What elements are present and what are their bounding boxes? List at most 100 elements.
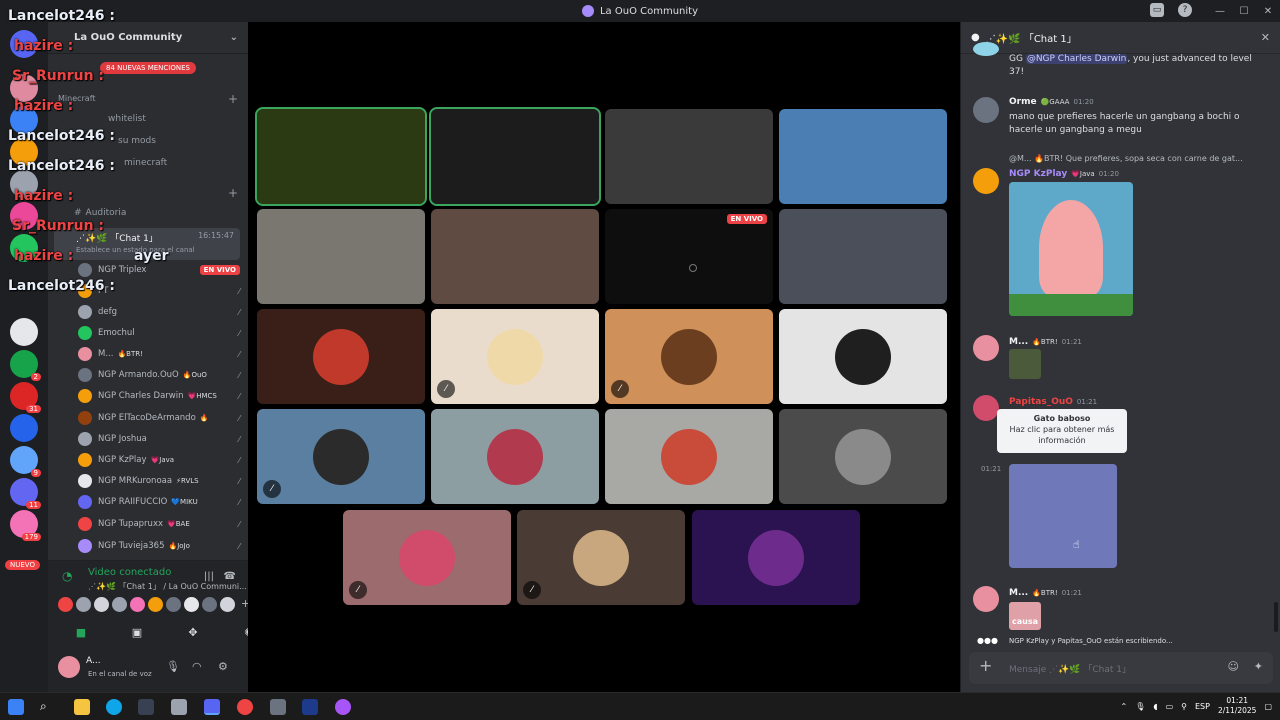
taskbar-clock[interactable]: 01:21 2/11/2025	[1218, 696, 1256, 716]
edge-browser-icon[interactable]	[106, 699, 122, 715]
avatar-tile[interactable]	[779, 309, 947, 404]
video-tile[interactable]	[779, 209, 947, 304]
avatar[interactable]	[94, 597, 109, 612]
channel-minecraft[interactable]: minecraft	[124, 158, 167, 168]
server-icon-7[interactable]	[10, 318, 38, 346]
avatar[interactable]	[112, 597, 127, 612]
microphone-icon[interactable]: 🎙	[166, 660, 180, 673]
server-icon-10[interactable]	[10, 414, 38, 442]
author-name[interactable]: Orme	[1009, 97, 1037, 107]
shield-icon[interactable]	[171, 699, 187, 715]
voice-member[interactable]: NGP RAIIFUCCIO 💙MIKU ⁄	[78, 492, 240, 512]
network-icon[interactable]: ▭	[1166, 702, 1174, 711]
channel-mods[interactable]: su mods	[118, 136, 156, 146]
chrome-icon[interactable]	[237, 699, 253, 715]
message-input-bar[interactable]: + Mensaje ⋰✨🌿 「Chat 1」 ☺ ✦	[969, 652, 1273, 684]
mentions-badge[interactable]: 84 NUEVAS MENCIONES	[100, 62, 196, 74]
avatar[interactable]	[58, 597, 73, 612]
search-icon[interactable]: ⌕	[40, 699, 56, 715]
video-tile[interactable]	[255, 107, 427, 206]
minimize-button[interactable]: —	[1208, 0, 1232, 22]
server-icon-13[interactable]: 179	[10, 510, 41, 541]
sticker-image[interactable]	[1009, 349, 1041, 379]
server-header[interactable]: La OuO Community ⌄	[48, 22, 248, 54]
avatar[interactable]	[130, 597, 145, 612]
author-name[interactable]: Papitas_OuO	[1009, 397, 1073, 407]
avatar[interactable]	[973, 335, 999, 361]
server-icon-9[interactable]: 31	[10, 382, 41, 413]
inbox-icon[interactable]: ▭	[1150, 3, 1164, 17]
video-tile[interactable]	[431, 209, 599, 304]
new-servers-badge[interactable]: NUEVO	[5, 560, 40, 570]
voice-member[interactable]: NGP Tuvieja365 🔥JoJo ⁄	[78, 536, 240, 556]
windows-start-icon[interactable]	[8, 699, 24, 715]
video-tile[interactable]	[605, 109, 773, 204]
close-icon[interactable]: ✕	[1261, 31, 1270, 44]
voice-member[interactable]: NGP MRKuronoaa ⚡RVLS ⁄	[78, 471, 240, 491]
avatar-tile[interactable]: ⁄	[343, 510, 511, 605]
voice-member[interactable]: NGP KzPlay 💗Java ⁄	[78, 450, 240, 470]
voice-member[interactable]: NGP Armando.OuO 🔥OuO ⁄	[78, 365, 240, 385]
headphones-icon[interactable]: ◠	[192, 660, 202, 673]
voice-member[interactable]: Emochul ⁄	[78, 323, 240, 343]
avatar[interactable]	[973, 395, 999, 421]
author-name[interactable]: M...	[1009, 588, 1028, 598]
avatar[interactable]	[973, 42, 999, 56]
voice-member[interactable]: defg ⁄	[78, 302, 240, 322]
noise-suppression-icon[interactable]: |||	[204, 571, 214, 582]
maximize-button[interactable]: ☐	[1232, 0, 1256, 22]
obs-icon[interactable]	[335, 699, 351, 715]
activities-icon[interactable]: ✥	[170, 621, 216, 643]
patrick-gif-image[interactable]	[1009, 182, 1133, 316]
chat-scrollbar[interactable]	[1274, 602, 1278, 632]
avatar[interactable]	[202, 597, 217, 612]
voice-member[interactable]: NGP Joshua ⁄	[78, 429, 240, 449]
avatar-tile[interactable]	[431, 409, 599, 504]
author-name[interactable]: NGP KzPlay	[1009, 169, 1067, 179]
gear-icon[interactable]: ⚙	[218, 660, 228, 673]
help-icon[interactable]: ?	[1178, 3, 1192, 17]
chevron-up-icon[interactable]: ⌃	[1121, 702, 1128, 711]
video-tile[interactable]	[429, 107, 601, 206]
author-name[interactable]: M...	[1009, 337, 1028, 347]
avatar-tile[interactable]	[692, 510, 860, 605]
app-icon[interactable]	[270, 699, 286, 715]
avatar[interactable]	[148, 597, 163, 612]
video-tile[interactable]	[779, 109, 947, 204]
file-explorer-icon[interactable]	[74, 699, 90, 715]
voice-member[interactable]: M... 🔥BTR! ⁄	[78, 344, 240, 364]
avatar-tile[interactable]: ⁄	[605, 309, 773, 404]
message-input-placeholder[interactable]: Mensaje ⋰✨🌿 「Chat 1」	[1009, 662, 1131, 675]
app-icon[interactable]	[138, 699, 154, 715]
close-window-button[interactable]: ✕	[1256, 0, 1280, 22]
avatar-tile[interactable]	[779, 409, 947, 504]
avatar[interactable]	[973, 586, 999, 612]
avatar[interactable]	[58, 656, 80, 678]
language-indicator[interactable]: ESP	[1195, 702, 1210, 711]
avatar[interactable]	[184, 597, 199, 612]
channel-auditoria[interactable]: # Auditoria	[74, 208, 126, 218]
discord-taskbar-icon[interactable]	[204, 699, 220, 715]
avatar[interactable]	[973, 168, 999, 194]
reply-preview[interactable]: @M... 🔥BTR! Que prefieres, sopa seca con…	[1009, 154, 1271, 163]
channel-whitelist[interactable]: whitelist	[108, 114, 146, 124]
avatar[interactable]	[973, 97, 999, 123]
add-channel-icon[interactable]: +	[228, 186, 238, 200]
microphone-icon[interactable]: 🎙	[1135, 702, 1145, 711]
disconnect-icon[interactable]: ☎	[224, 571, 236, 582]
avatar[interactable]	[76, 597, 91, 612]
voice-connected-title[interactable]: Video conectado	[88, 567, 171, 578]
server-icon-12[interactable]: 11	[10, 478, 41, 509]
avatar-tile[interactable]	[605, 409, 773, 504]
video-tile[interactable]	[257, 209, 425, 304]
avatar[interactable]	[220, 597, 235, 612]
voice-connected-subtitle[interactable]: ⋰✨🌿 「Chat 1」 / La OuO Communi...	[88, 581, 247, 592]
voice-member[interactable]: NGP Tupapruxx 💗BAE ⁄	[78, 514, 240, 534]
avatar-tile[interactable]	[257, 309, 425, 404]
steam-icon[interactable]	[302, 699, 318, 715]
usb-icon[interactable]: ⚲	[1181, 702, 1187, 711]
emoji-icon[interactable]: ☺	[1228, 660, 1239, 673]
voice-member[interactable]: NGP ElTacoDeArmando 🔥 ⁄	[78, 408, 240, 428]
causa-sticker[interactable]: causa	[1009, 602, 1041, 630]
camera-icon[interactable]: ■	[58, 621, 104, 643]
